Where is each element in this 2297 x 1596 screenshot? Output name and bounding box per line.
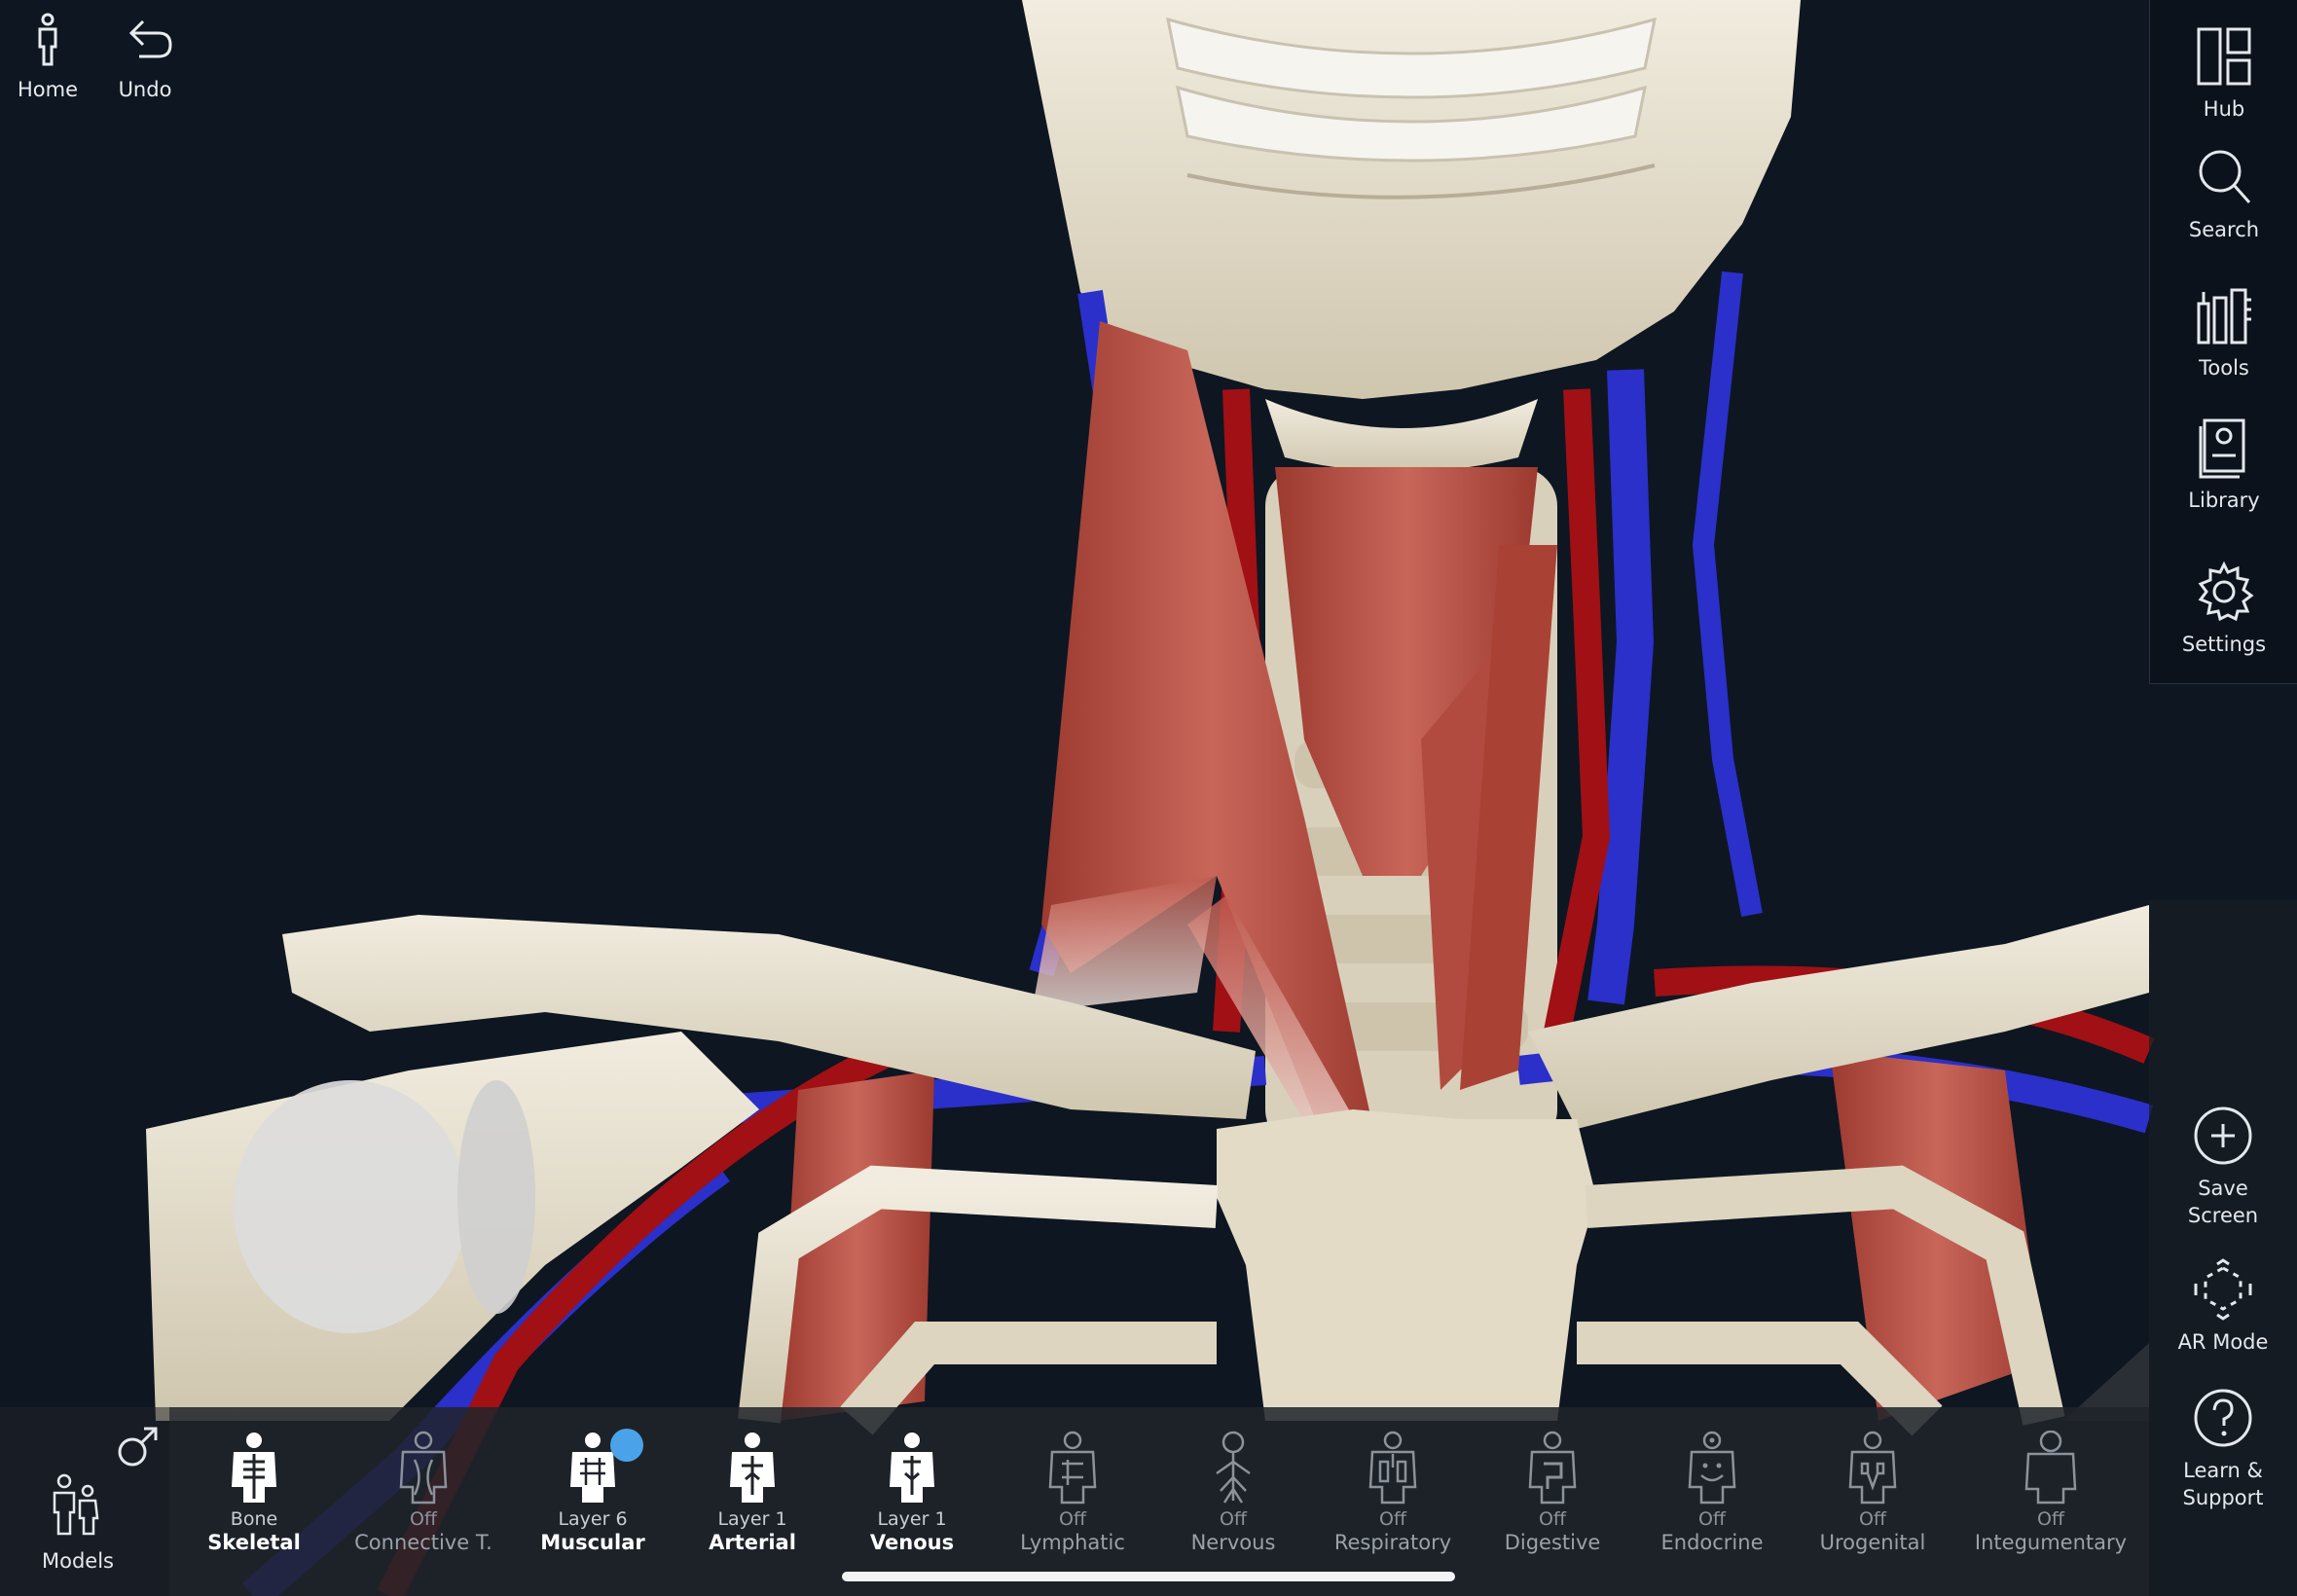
search-icon [2199,150,2251,203]
help-question-icon [2194,1389,2252,1447]
home-indicator-bar[interactable] [842,1572,1455,1581]
settings-label: Settings [2181,633,2267,656]
library-button[interactable]: Library [2150,417,2297,514]
digestive-name: Digestive [1504,1531,1601,1554]
system-lymphatic[interactable]: Off Lymphatic [990,1431,1155,1586]
ar-mode-button[interactable]: AR Mode [2149,1258,2297,1356]
tools-label: Tools [2199,356,2249,380]
connective-state: Off [409,1508,438,1530]
connective-name: Connective T. [354,1531,492,1554]
right-lower-panel: Save Screen AR Mode Learn & Support [2149,900,2297,1596]
system-urogenital[interactable]: Off Urogenital [1790,1431,1955,1586]
ext-jugular-left [1692,271,1763,918]
skeletal-name: Skeletal [207,1531,301,1554]
digestive-state: Off [1538,1508,1567,1530]
arterial-name: Arterial [709,1531,796,1554]
venous-name: Venous [869,1531,955,1554]
nervous-state: Off [1219,1508,1248,1530]
settings-button[interactable]: Settings [2150,561,2297,658]
venous-system-icon [890,1433,934,1503]
models-people-icon [53,1473,99,1536]
arterial-state: Layer 1 [717,1508,787,1530]
integumentary-system-icon [2024,1431,2077,1505]
home-button[interactable]: Home [0,10,101,107]
respiratory-state: Off [1378,1508,1407,1530]
system-digestive[interactable]: Off Digestive [1470,1431,1635,1586]
home-label: Home [17,78,78,101]
lymphatic-state: Off [1058,1508,1087,1530]
gear-icon [2198,561,2254,622]
system-arterial[interactable]: Layer 1 Arterial [670,1431,835,1586]
urogenital-system-icon [1848,1431,1897,1505]
models-label: Models [42,1549,114,1573]
right-tool-panel: Hub Search Tools Library Settings [2149,0,2297,684]
ar-cube-icon [2194,1258,2252,1321]
search-label: Search [2188,218,2260,241]
integumentary-name: Integumentary [1974,1531,2128,1554]
male-symbol-icon[interactable] [113,1423,162,1471]
undo-button[interactable]: Undo [91,10,199,107]
system-muscular[interactable]: Layer 6 Muscular [510,1429,675,1586]
undo-arrow-icon [128,19,172,58]
skeletal-system-icon [232,1433,276,1503]
lymphatic-name: Lymphatic [1020,1531,1125,1554]
system-respiratory[interactable]: Off Respiratory [1310,1431,1476,1586]
muscular-state: Layer 6 [558,1508,628,1530]
jugular-vein-left [1587,369,1655,1005]
refresh-badge-icon[interactable] [610,1429,643,1462]
system-connective-tissue[interactable]: Off Connective T. [341,1431,506,1586]
endocrine-system-icon [1688,1431,1736,1505]
muscular-name: Muscular [540,1531,645,1554]
endocrine-name: Endocrine [1660,1531,1764,1554]
integumentary-state: Off [2036,1508,2065,1530]
hyoid [1265,399,1538,472]
ar-mode-label: AR Mode [2177,1330,2269,1354]
respiratory-system-icon [1368,1431,1417,1505]
library-book-icon [2199,418,2245,479]
arterial-system-icon [730,1433,775,1503]
search-button[interactable]: Search [2150,146,2297,243]
skeletal-state: Bone [230,1508,278,1530]
hub-grid-icon [2197,27,2251,86]
plus-circle-icon [2194,1106,2252,1165]
urogenital-name: Urogenital [1819,1531,1926,1554]
nervous-name: Nervous [1190,1531,1276,1554]
humeral-head-cartilage [234,1080,467,1333]
tools-icon [2197,288,2251,345]
save-screen-label-2: Screen [2187,1204,2259,1227]
library-label: Library [2188,489,2260,512]
system-integumentary[interactable]: Off Integumentary [1968,1431,2133,1586]
system-nervous[interactable]: Off Nervous [1150,1431,1316,1586]
system-venous[interactable]: Layer 1 Venous [829,1431,995,1586]
anatomy-3d-viewport[interactable] [0,0,2297,1596]
system-endocrine[interactable]: Off Endocrine [1629,1431,1795,1586]
learn-support-button[interactable]: Learn & Support [2149,1387,2297,1511]
digestive-system-icon [1528,1431,1577,1505]
connective-tissue-icon [399,1431,448,1505]
lymphatic-system-icon [1048,1431,1097,1505]
save-screen-label-1: Save [2198,1177,2248,1200]
hub-button[interactable]: Hub [2150,25,2297,123]
home-body-icon [38,13,57,66]
venous-state: Layer 1 [877,1508,947,1530]
save-screen-button[interactable]: Save Screen [2149,1105,2297,1229]
hub-label: Hub [2203,97,2245,121]
carotid-left [1544,388,1611,1034]
models-button[interactable]: Models [21,1411,158,1586]
learn-support-label-2: Support [2182,1486,2264,1509]
anatomy-model-render[interactable] [0,0,2297,1596]
tools-button[interactable]: Tools [2150,284,2297,381]
endocrine-state: Off [1697,1508,1727,1530]
urogenital-state: Off [1858,1508,1887,1530]
respiratory-name: Respiratory [1333,1531,1452,1554]
sternum [1217,1109,1596,1421]
learn-support-label-1: Learn & [2183,1459,2263,1482]
nervous-system-icon [1216,1431,1251,1504]
undo-label: Undo [118,78,172,101]
system-skeletal[interactable]: Bone Skeletal [171,1431,337,1586]
